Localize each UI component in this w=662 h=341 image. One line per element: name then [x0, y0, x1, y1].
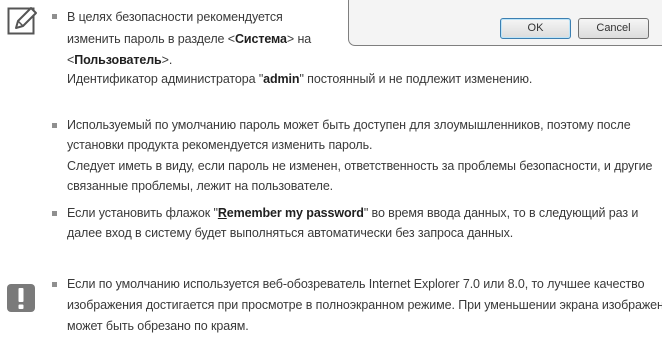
bullet-marker — [52, 282, 57, 287]
warning-line-3: может быть обрезано по краям. — [67, 319, 249, 333]
note-1-line-1: В целях безопасности рекомендуется — [67, 10, 283, 24]
menu-user-label: Пользователь — [74, 53, 162, 67]
note-2-line-4: связанные проблемы, лежит на пользовател… — [67, 179, 334, 193]
bullet-marker — [52, 211, 57, 216]
note-pencil-icon — [7, 7, 37, 35]
note-1-line-3: <Пользователь>. — [67, 53, 173, 67]
exclamation-icon — [7, 284, 35, 312]
note-3-line-2: далее вход в систему будет выполняться а… — [67, 226, 514, 240]
login-dialog-fragment: OK Cancel — [348, 0, 662, 46]
bullet-marker — [52, 123, 57, 128]
note-1-line-4: Идентификатор администратора "admin" пос… — [67, 72, 533, 86]
menu-system-label: Система — [234, 32, 287, 46]
note-3-line-1: Если установить флажок "Remember my pass… — [67, 206, 639, 220]
bullet-marker — [52, 14, 57, 19]
cancel-button[interactable]: Cancel — [578, 18, 649, 39]
admin-id-label: admin — [263, 72, 300, 86]
ok-button[interactable]: OK — [500, 18, 571, 39]
remember-underlined-letter: R — [217, 206, 227, 220]
note-2-line-3: Следует иметь в виду, если пароль не изм… — [67, 159, 653, 173]
note-2-line-1: Используемый по умолчанию пароль может б… — [67, 118, 631, 132]
note-1-line-2: изменить пароль в разделе <Система> на — [67, 32, 312, 46]
warning-line-2: изображения достигается при просмотре в … — [67, 298, 662, 312]
warning-line-1: Если по умолчанию используется веб-обозр… — [67, 277, 645, 291]
note-2-line-2: установки продукта рекомендуется изменит… — [67, 138, 373, 152]
remember-password-label: emember my password — [226, 206, 364, 220]
